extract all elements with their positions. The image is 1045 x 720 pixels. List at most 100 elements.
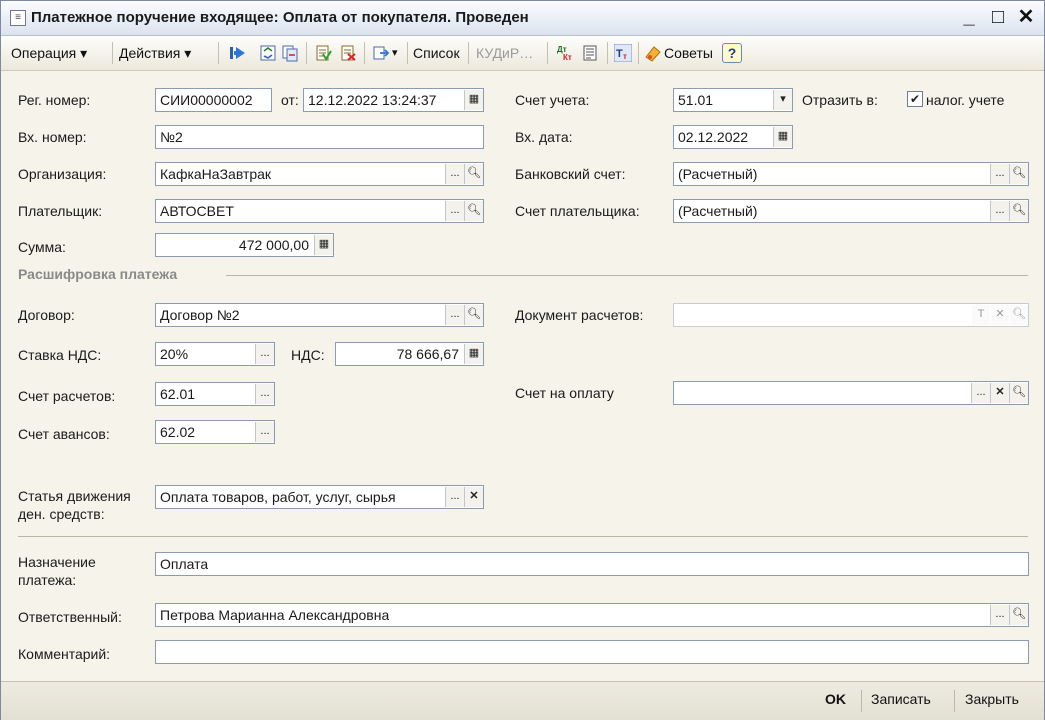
ellipsis-icon[interactable]: ... (255, 422, 274, 442)
contract-label: Договор: (18, 307, 75, 323)
help-button[interactable]: ? (722, 43, 742, 63)
document-icon: ≡ (10, 10, 26, 26)
create-based-on-dropdown-icon[interactable]: ▾ (392, 42, 398, 64)
chevron-down-icon[interactable]: ▾ (773, 90, 792, 110)
search-icon[interactable]: 🔍︎ (464, 164, 483, 184)
search-icon[interactable]: 🔍︎ (1009, 201, 1028, 221)
bank-account-field[interactable]: (Расчетный)... 🔍︎ (673, 162, 1029, 186)
purpose-label-line1: Назначение (18, 554, 96, 570)
vat-rate-label: Ставка НДС: (18, 347, 102, 363)
ellipsis-icon[interactable]: ... (445, 201, 464, 221)
toolbar-separator (364, 42, 365, 64)
in-date-label: Вх. дата: (515, 129, 573, 145)
advance-account-label: Счет авансов: (18, 426, 110, 442)
operation-menu[interactable]: Операция ▾ (11, 42, 87, 64)
in-number-field[interactable]: №2 (155, 125, 484, 149)
calendar-icon[interactable]: ▦ (464, 90, 483, 110)
minimize-button[interactable]: _ (956, 5, 982, 31)
purpose-label-line2: платежа: (18, 572, 77, 588)
advice-icon[interactable] (644, 44, 662, 62)
purpose-field[interactable]: Оплата (155, 552, 1029, 576)
close-button[interactable]: ✕ (1013, 5, 1039, 31)
clear-icon[interactable]: ✕ (464, 487, 483, 507)
list-button[interactable]: Список (413, 42, 460, 64)
vat-label: НДС: (291, 347, 325, 363)
organization-label: Организация: (18, 166, 107, 182)
text-format-icon[interactable]: Tт (614, 44, 632, 62)
advance-account-field[interactable]: 62.02... (155, 420, 275, 444)
account-field[interactable]: 51.01 ▾ (673, 88, 793, 112)
ellipsis-icon[interactable]: ... (445, 164, 464, 184)
organization-field[interactable]: КафкаНаЗавтрак... 🔍︎ (155, 162, 484, 186)
organization-value: КафкаНаЗавтрак (160, 166, 272, 182)
unpost-document-icon[interactable] (339, 44, 357, 62)
amount-label: Сумма: (18, 239, 66, 255)
ellipsis-icon[interactable]: ... (445, 487, 464, 507)
ellipsis-icon[interactable]: ... (971, 383, 990, 403)
search-icon[interactable]: 🔍︎ (464, 305, 483, 325)
ellipsis-icon[interactable]: ... (990, 201, 1009, 221)
reflect-label: Отразить в: (802, 92, 878, 108)
ellipsis-icon[interactable]: ... (255, 384, 274, 404)
clear-icon[interactable]: ✕ (990, 383, 1009, 403)
settlement-doc-field[interactable]: T ✕ 🔍︎ (673, 303, 1029, 327)
in-date-field[interactable]: 02.12.2022 ▦ (673, 125, 793, 149)
post-document-icon[interactable] (314, 44, 332, 62)
ellipsis-icon[interactable]: ... (445, 305, 464, 325)
advice-button[interactable]: Советы (664, 42, 713, 64)
calculator-icon[interactable]: ▦ (464, 344, 483, 364)
calculator-icon[interactable]: ▦ (314, 235, 333, 255)
toolbar: Операция ▾ Действия ▾ ▾ Список КУДиР… Дт… (1, 36, 1044, 71)
search-icon[interactable]: 🔍︎ (1009, 605, 1028, 625)
clear-icon[interactable]: ✕ (991, 305, 1009, 325)
copy-doc-icon[interactable] (281, 44, 299, 62)
ok-button[interactable]: OK (825, 691, 846, 707)
search-icon[interactable]: 🔍︎ (1009, 164, 1028, 184)
ellipsis-icon[interactable]: ... (990, 605, 1009, 625)
responsible-value: Петрова Марианна Александровна (160, 607, 390, 623)
search-icon[interactable]: 🔍︎ (1010, 305, 1028, 325)
toolbar-separator (218, 42, 219, 64)
section-divider (226, 275, 1028, 276)
comment-field[interactable] (155, 640, 1029, 664)
amount-field[interactable]: 472 000,00 ▦ (155, 233, 334, 257)
close-form-button[interactable]: Закрыть (965, 691, 1019, 707)
back-arrow-icon[interactable] (229, 44, 247, 62)
footer-separator (954, 690, 955, 712)
invoice-field[interactable]: ... ✕ 🔍︎ (673, 381, 1029, 405)
tax-accounting-checkbox[interactable]: ✔ (907, 91, 923, 107)
svg-text:т: т (623, 52, 627, 61)
bank-account-value: (Расчетный) (678, 166, 758, 182)
date-from-field[interactable]: 12.12.2022 13:24:37 ▦ (303, 88, 484, 112)
payer-account-label: Счет плательщика: (515, 203, 640, 219)
ellipsis-icon[interactable]: ... (255, 344, 274, 364)
maximize-button[interactable]: □ (985, 5, 1011, 31)
date-from-value: 12.12.2022 13:24:37 (308, 92, 437, 108)
tax-accounting-label: налог. учете (926, 92, 1005, 108)
refresh-icon[interactable] (259, 44, 277, 62)
calendar-icon[interactable]: ▦ (773, 127, 792, 147)
payer-value: АВТОСВЕТ (160, 203, 234, 219)
create-based-on-icon[interactable] (372, 44, 390, 62)
ellipsis-icon[interactable]: ... (990, 164, 1009, 184)
search-icon[interactable]: 🔍︎ (1009, 383, 1028, 403)
purpose-value: Оплата (160, 556, 209, 572)
payer-field[interactable]: АВТОСВЕТ... 🔍︎ (155, 199, 484, 223)
actions-menu[interactable]: Действия ▾ (119, 42, 191, 64)
kudir-button[interactable]: КУДиР… (476, 42, 533, 64)
text-type-icon[interactable]: T (972, 305, 990, 325)
search-icon[interactable]: 🔍︎ (464, 201, 483, 221)
dt-kt-icon[interactable]: ДтКт (556, 44, 574, 62)
report-icon[interactable] (581, 44, 599, 62)
contract-field[interactable]: Договор №2... 🔍︎ (155, 303, 484, 327)
reg-number-field[interactable]: СИИ00000002 (155, 88, 272, 112)
payer-label: Плательщик: (18, 203, 103, 219)
vat-amount-field[interactable]: 78 666,67 ▦ (335, 342, 484, 366)
settlement-account-field[interactable]: 62.01... (155, 382, 275, 406)
responsible-field[interactable]: Петрова Марианна Александровна... 🔍︎ (155, 603, 1029, 627)
from-label: от: (281, 92, 299, 108)
vat-rate-field[interactable]: 20%... (155, 342, 275, 366)
save-button[interactable]: Записать (871, 691, 931, 707)
cash-flow-field[interactable]: Оплата товаров, работ, услуг, сырья... ✕ (155, 485, 484, 509)
payer-account-field[interactable]: (Расчетный)... 🔍︎ (673, 199, 1029, 223)
